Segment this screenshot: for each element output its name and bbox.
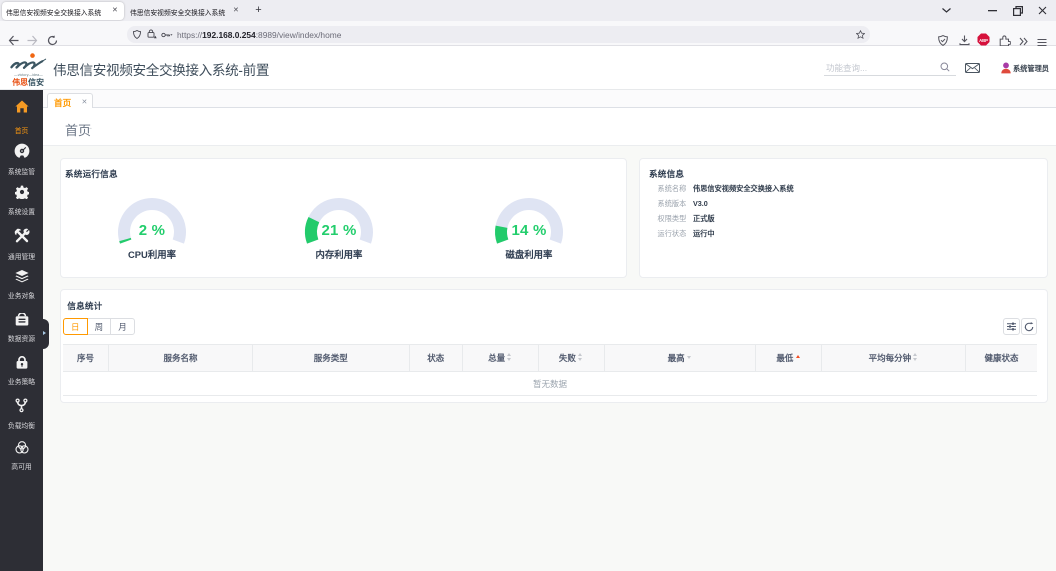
svg-text:ABP: ABP: [979, 38, 988, 43]
svg-text:—victory—idea—: —victory—idea—: [14, 73, 43, 77]
svg-text:伟思信安: 伟思信安: [12, 77, 44, 87]
